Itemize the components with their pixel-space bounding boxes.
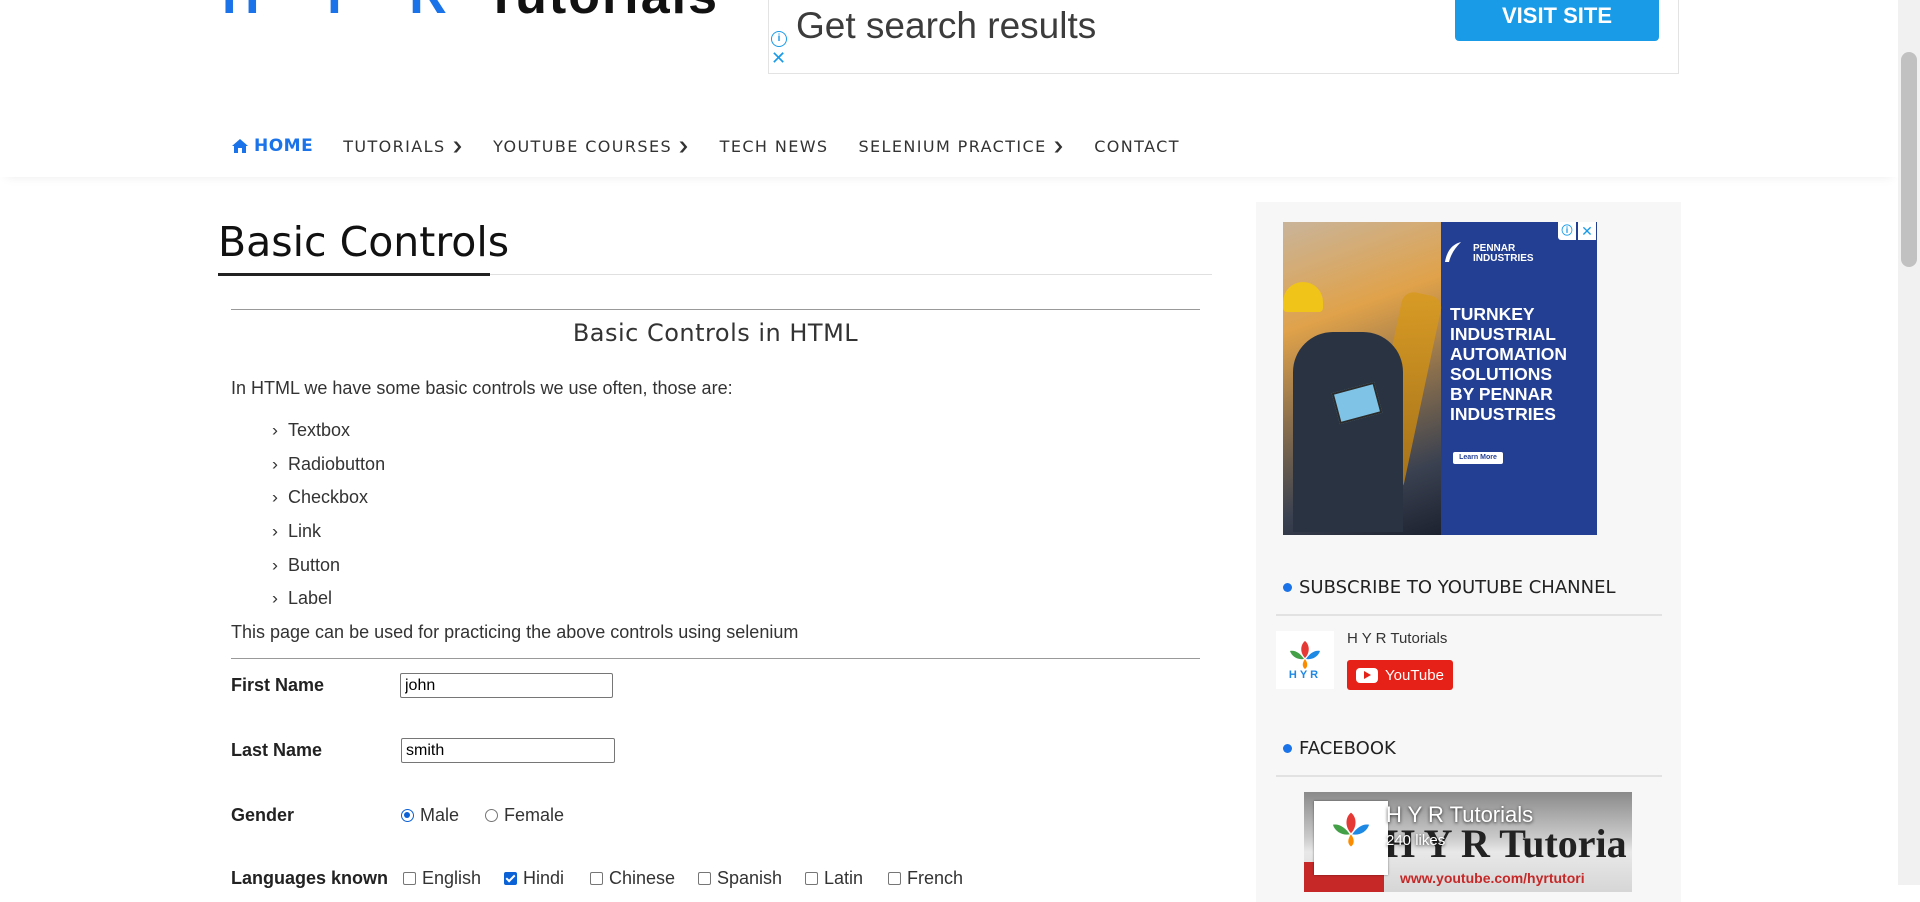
male-radio[interactable]: [401, 809, 414, 822]
facebook-likes: 240 likes: [1386, 832, 1446, 849]
first-name-input[interactable]: [400, 673, 613, 698]
hyr-logo-icon: [1332, 812, 1370, 847]
logo-text: HYR: [1288, 669, 1322, 681]
page-title: Basic Controls: [218, 218, 510, 266]
gender-label: Gender: [231, 805, 295, 825]
chevron-right-icon: ›: [272, 555, 278, 574]
gender-option-male[interactable]: Male: [401, 805, 459, 826]
nav-item-selenium-practice[interactable]: SELENIUM PRACTICE ❯: [858, 137, 1064, 156]
outro-text: This page can be used for practicing the…: [231, 622, 799, 642]
top-banner-ad[interactable]: Get search results VISIT SITE i ✕: [768, 0, 1679, 74]
spanish-checkbox[interactable]: [698, 872, 711, 885]
learn-more-button[interactable]: Learn More: [1453, 452, 1503, 464]
home-icon: [232, 139, 248, 153]
nav-item-label: TUTORIALS: [343, 136, 446, 156]
chevron-right-icon: ›: [272, 454, 278, 473]
site-logo[interactable]: H Y R Tutorials: [222, 0, 719, 26]
list-item: › Link: [272, 521, 322, 542]
main-nav: HOME TUTORIALS ❯ YOUTUBE COURSES ❯ TECH …: [232, 136, 1210, 156]
title-accent-bar: [218, 273, 490, 276]
chevron-down-icon: ❯: [450, 139, 465, 153]
first-name-label: First Name: [231, 675, 325, 695]
nav-item-label: SELENIUM PRACTICE: [858, 136, 1047, 156]
latin-checkbox[interactable]: [805, 872, 818, 885]
gender-option-female[interactable]: Female: [485, 805, 564, 826]
controls-list: › Textbox › Radiobutton › Checkbox › Link › B…: [272, 414, 385, 616]
sidebar-divider: [1276, 614, 1662, 616]
last-name-label: Last Name: [231, 740, 323, 760]
facebook-profile-thumb[interactable]: [1314, 801, 1388, 875]
language-option-chinese[interactable]: Chinese: [590, 868, 675, 889]
nav-item-label: TECH NEWS: [719, 136, 829, 156]
list-item: › Button: [272, 554, 341, 575]
visit-site-button[interactable]: VISIT SITE: [1455, 0, 1659, 41]
language-option-spanish[interactable]: Spanish: [698, 868, 782, 889]
subscribe-heading: SUBSCRIBE TO YOUTUBE CHANNEL: [1283, 577, 1616, 598]
ad-brand: PENNAR INDUSTRIES: [1473, 243, 1534, 264]
chevron-right-icon: ›: [272, 421, 278, 440]
ad-info-icon[interactable]: i: [771, 31, 787, 47]
worker-graphic: [1293, 332, 1403, 532]
facebook-page-name[interactable]: H Y R Tutorials: [1386, 802, 1533, 828]
last-name-input[interactable]: [401, 738, 615, 763]
facebook-page-widget[interactable]: H Y R Tutoria www.youtube.com/hyrtutori …: [1304, 792, 1632, 892]
logo-text-hyr: H Y R: [222, 0, 469, 25]
scrollbar-thumb[interactable]: [1901, 52, 1917, 267]
french-checkbox[interactable]: [888, 872, 901, 885]
english-checkbox[interactable]: [403, 872, 416, 885]
language-option-hindi[interactable]: Hindi: [504, 868, 564, 889]
nav-item-contact[interactable]: CONTACT: [1094, 137, 1180, 156]
list-item: › Radiobutton: [272, 453, 386, 474]
nav-item-label: HOME: [254, 136, 314, 156]
sidebar-ad[interactable]: PENNAR INDUSTRIES TURNKEY INDUSTRIAL AUT…: [1283, 222, 1597, 535]
bullet-dot-icon: [1283, 744, 1292, 753]
chevron-right-icon: ›: [272, 522, 278, 541]
section-divider: [231, 309, 1200, 310]
chevron-right-icon: ›: [272, 589, 278, 608]
bullet-dot-icon: [1283, 583, 1292, 592]
ad-headline: Get search results: [796, 5, 1097, 46]
female-radio[interactable]: [485, 809, 498, 822]
nav-item-home[interactable]: HOME: [232, 136, 313, 156]
form-divider: [231, 658, 1200, 659]
list-item: › Checkbox: [272, 487, 369, 508]
ad-close-icon[interactable]: ✕: [1578, 222, 1596, 240]
youtube-subscribe-button[interactable]: YouTube: [1347, 660, 1453, 690]
chevron-down-icon: ❯: [1052, 139, 1066, 153]
pennar-logo-icon: [1445, 242, 1461, 262]
hindi-checkbox[interactable]: [504, 872, 517, 885]
ad-close-icon[interactable]: ✕: [771, 49, 786, 67]
languages-label: Languages known: [231, 868, 389, 888]
nav-item-label: CONTACT: [1094, 136, 1180, 156]
chevron-right-icon: ›: [272, 488, 278, 507]
language-option-latin[interactable]: Latin: [805, 868, 863, 889]
language-option-french[interactable]: French: [888, 868, 963, 889]
section-heading: Basic Controls in HTML: [572, 319, 859, 347]
logo-text-tutorials: Tutorials: [485, 0, 719, 25]
nav-item-tech-news[interactable]: TECH NEWS: [720, 137, 829, 156]
sidebar-divider: [1276, 775, 1662, 777]
language-option-english[interactable]: English: [403, 868, 481, 889]
nav-item-tutorials[interactable]: TUTORIALS ❯: [343, 137, 463, 156]
facebook-heading: FACEBOOK: [1283, 738, 1396, 759]
nav-item-youtube-courses[interactable]: YOUTUBE COURSES ❯: [493, 137, 690, 156]
channel-logo[interactable]: HYR: [1276, 631, 1334, 689]
intro-text: In HTML we have some basic controls we u…: [231, 378, 733, 398]
ad-tagline: TURNKEY INDUSTRIAL AUTOMATION SOLUTIONS …: [1450, 304, 1567, 424]
youtube-play-icon: [1356, 667, 1379, 683]
channel-name[interactable]: H Y R Tutorials: [1347, 630, 1447, 647]
ad-info-icon[interactable]: ⓘ: [1558, 222, 1576, 240]
cover-url: www.youtube.com/hyrtutori: [1400, 870, 1585, 886]
list-item: › Textbox: [272, 420, 351, 441]
chinese-checkbox[interactable]: [590, 872, 603, 885]
nav-item-label: YOUTUBE COURSES: [493, 136, 673, 156]
chevron-down-icon: ❯: [677, 139, 692, 153]
list-item: › Label: [272, 588, 333, 609]
site-header: H Y R Tutorials Get search results VISIT…: [0, 0, 1898, 177]
